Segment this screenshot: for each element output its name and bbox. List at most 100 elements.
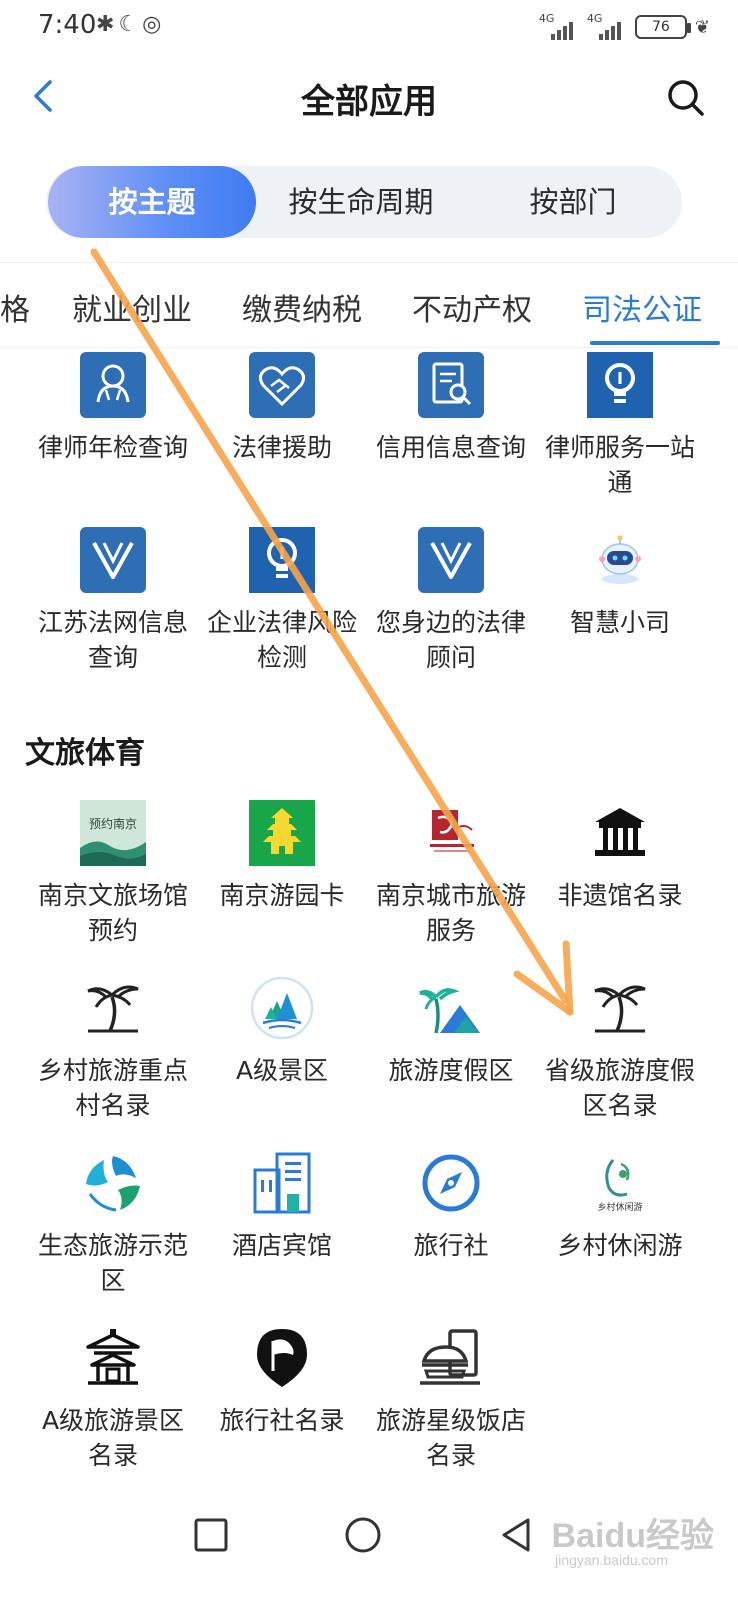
- app-nanjing-venue-booking[interactable]: 预约南京 南京文旅场馆预约: [28, 800, 198, 948]
- app-label: 旅行社名录: [219, 1406, 345, 1435]
- palm-mountain-icon: [419, 988, 480, 1034]
- search-icon: [668, 80, 704, 116]
- app-nanjing-park-card[interactable]: 南京游园卡: [197, 800, 367, 913]
- app-label: A级旅游景区名录: [41, 1406, 185, 1470]
- hotel-building-icon: [253, 1152, 311, 1214]
- temple-icon: [86, 1329, 140, 1385]
- watermark-sub: jingyan.baidu.com: [555, 1552, 668, 1568]
- app-nanjing-city-tourism[interactable]: 南京城市旅游服务: [366, 800, 536, 948]
- app-label: 生态旅游示范区: [37, 1231, 188, 1295]
- app-label: 南京游园卡: [219, 881, 345, 910]
- app-jiangsu-law-net[interactable]: 江苏法网信息查询: [28, 527, 198, 675]
- app-label: 信用信息查询: [375, 433, 526, 462]
- app-travel-agency[interactable]: 旅行社: [366, 1150, 536, 1263]
- robot-icon: [599, 535, 641, 584]
- flag-pin-icon: [257, 1329, 307, 1387]
- pavilion-icon: [595, 808, 645, 856]
- app-label: 江苏法网信息查询: [37, 608, 188, 672]
- section-title-culture: 文旅体育: [25, 736, 145, 771]
- palm-tree-icon: [594, 985, 646, 1033]
- search-button[interactable]: [664, 76, 708, 120]
- app-lawyer-annual-check[interactable]: 律师年检查询: [28, 352, 198, 465]
- app-legal-advisor[interactable]: 您身边的法律顾问: [366, 527, 536, 675]
- app-label: 律师服务一站通: [544, 433, 695, 497]
- document-search-icon: [418, 352, 484, 418]
- app-rural-key-villages[interactable]: 乡村旅游重点村名录: [28, 975, 198, 1123]
- status-bar: 7:40 ✱☾◎ 4G 4G 76 ❦: [0, 0, 738, 54]
- app-label: 南京城市旅游服务: [375, 881, 526, 945]
- tab-partial[interactable]: 格: [0, 285, 30, 329]
- app-a-level-scenic-list[interactable]: A级旅游景区名录: [28, 1325, 198, 1473]
- app-label: 旅游度假区: [388, 1056, 514, 1085]
- tab-judicial[interactable]: 司法公证: [582, 285, 702, 329]
- app-smart-assistant[interactable]: 智慧小司: [535, 527, 705, 640]
- status-time: 7:40: [38, 10, 97, 40]
- mountain-lake-icon: [250, 976, 314, 1040]
- app-credit-info[interactable]: 信用信息查询: [366, 352, 536, 465]
- signal-icon-2: 4G: [587, 12, 627, 40]
- lawyer-icon: [80, 352, 146, 418]
- app-label: 旅行社: [413, 1231, 489, 1260]
- app-label: 旅游星级饭店名录: [375, 1406, 526, 1470]
- nanjing-booking-icon: 预约南京: [80, 800, 146, 866]
- handshake-heart-icon: [249, 352, 315, 418]
- app-intangible-heritage[interactable]: 非遗馆名录: [535, 800, 705, 913]
- app-label: 智慧小司: [569, 608, 670, 637]
- nanjing-culture-logo-icon: [418, 800, 484, 866]
- svg-text:预约南京: 预约南京: [89, 816, 137, 831]
- app-provincial-resorts[interactable]: 省级旅游度假区名录: [535, 975, 705, 1123]
- app-label: 乡村休闲游: [557, 1231, 683, 1260]
- food-plate-icon: [420, 1329, 480, 1385]
- view-mode-segment: 按主题 按生命周期 按部门: [46, 166, 682, 238]
- app-label: 南京文旅场馆预约: [37, 881, 188, 945]
- app-star-hotel-list[interactable]: 旅游星级饭店名录: [366, 1325, 536, 1473]
- v-shield-icon: [80, 527, 146, 593]
- app-label: 酒店宾馆: [231, 1231, 332, 1260]
- segment-by-topic[interactable]: 按主题: [48, 166, 256, 238]
- lightbulb-icon: [587, 352, 653, 418]
- v-shield-icon: [418, 527, 484, 593]
- app-label: 律师年检查询: [37, 433, 188, 462]
- signal-icon: 4G: [539, 12, 579, 40]
- eco-leaves-icon: [86, 1156, 140, 1212]
- app-tourism-resort[interactable]: 旅游度假区: [366, 975, 536, 1088]
- page-title: 全部应用: [301, 82, 437, 122]
- header: 全部应用: [0, 54, 738, 144]
- tab-tax[interactable]: 缴费纳税: [242, 285, 362, 329]
- app-legal-aid[interactable]: 法律援助: [197, 352, 367, 465]
- battery-icon: 76: [634, 15, 691, 39]
- moon-icon: ☾: [118, 12, 143, 37]
- status-right: 4G 4G 76 ❦: [539, 12, 710, 42]
- status-icons: ✱☾◎: [96, 12, 165, 37]
- svg-text:乡村休闲游: 乡村休闲游: [597, 1201, 642, 1213]
- app-label: 乡村旅游重点村名录: [37, 1056, 188, 1120]
- app-label: 法律援助: [231, 433, 332, 462]
- segment-by-lifecycle[interactable]: 按生命周期: [256, 166, 466, 238]
- pagoda-icon: [249, 800, 315, 866]
- app-label: 企业法律风险检测: [206, 608, 357, 672]
- rural-leisure-icon: 乡村休闲游: [597, 1159, 643, 1213]
- app-enterprise-risk[interactable]: 企业法律风险检测: [197, 527, 367, 675]
- app-hotels[interactable]: 酒店宾馆: [197, 1150, 367, 1263]
- tab-real-estate[interactable]: 不动产权: [412, 285, 532, 329]
- app-label: 您身边的法律顾问: [375, 608, 526, 672]
- home-button[interactable]: [340, 1512, 386, 1558]
- segment-by-department[interactable]: 按部门: [466, 166, 680, 238]
- app-eco-tourism[interactable]: 生态旅游示范区: [28, 1150, 198, 1298]
- app-label: 非遗馆名录: [557, 881, 683, 910]
- palm-tree-icon: [87, 985, 139, 1033]
- back-nav-button[interactable]: [494, 1512, 540, 1558]
- bluetooth-icon: ✱: [96, 12, 119, 37]
- tab-underline: [590, 341, 720, 345]
- app-a-level-scenic[interactable]: A级景区: [197, 975, 367, 1088]
- tab-employment[interactable]: 就业创业: [72, 285, 192, 329]
- app-lawyer-service[interactable]: 律师服务一站通: [535, 352, 705, 500]
- hotspot-icon: ◎: [142, 12, 166, 37]
- app-label: 省级旅游度假区名录: [544, 1056, 695, 1120]
- watermark: Baidu经验: [551, 1517, 714, 1555]
- category-tabs: 格 就业创业 缴费纳税 不动产权 司法公证: [0, 262, 738, 348]
- app-rural-leisure[interactable]: 乡村休闲游 乡村休闲游: [535, 1150, 705, 1263]
- app-travel-agency-list[interactable]: 旅行社名录: [197, 1325, 367, 1438]
- recent-apps-button[interactable]: [188, 1512, 234, 1558]
- lightbulb-icon: [249, 527, 315, 593]
